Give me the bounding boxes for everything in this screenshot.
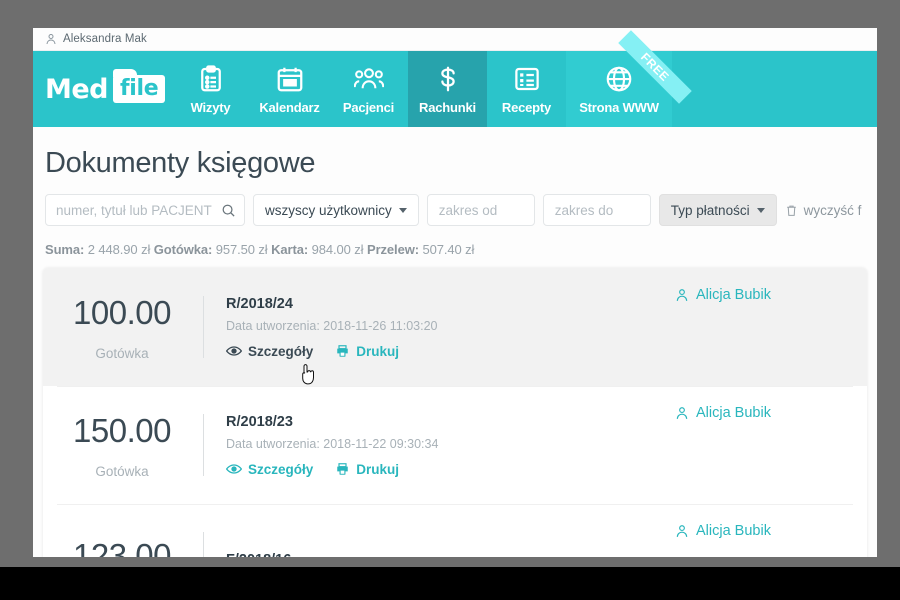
table-row[interactable]: 123.00 F/2018/16 <box>43 504 867 557</box>
print-button[interactable]: Drukuj <box>335 344 399 359</box>
user-name: Aleksandra Mak <box>63 33 147 45</box>
details-label: Szczegóły <box>248 343 314 359</box>
date-from-input[interactable]: zakres od <box>426 194 535 226</box>
chevron-down-icon <box>756 207 765 213</box>
eye-icon <box>226 463 242 475</box>
payment-type-label: Typ płatności <box>670 202 750 218</box>
nav-label: Recepty <box>501 99 552 115</box>
details-button[interactable]: Szczegóły <box>226 462 313 477</box>
person-link[interactable]: Alicja Bubik <box>675 287 771 303</box>
summary-line: Suma: 2 448.90 zł Gotówka: 957.50 zł Kar… <box>33 226 877 268</box>
search-field-wrapper[interactable] <box>45 194 245 226</box>
printer-icon <box>335 344 350 358</box>
nav-item-pacjenci[interactable]: Pacjenci <box>329 51 408 127</box>
row-amount: 150.00 <box>73 411 171 449</box>
row-actions: Szczegóły Drukuj <box>226 344 675 359</box>
user-filter-select[interactable]: wszyscy użytkownicy <box>253 194 419 226</box>
print-label: Drukuj <box>356 461 400 477</box>
page-title: Dokumenty księgowe <box>45 147 316 179</box>
mouse-cursor <box>302 364 314 385</box>
nav-item-recepty[interactable]: Recepty <box>487 51 566 127</box>
summary-gotowka-value: 957.50 zł <box>215 242 268 257</box>
amount-column: 150.00 Gotówka <box>55 412 203 479</box>
trash-icon <box>785 203 798 218</box>
dollar-icon <box>433 64 463 94</box>
row-amount: 123.00 <box>73 537 171 557</box>
payment-type-select[interactable]: Typ płatności <box>658 194 777 226</box>
person-icon <box>675 524 689 538</box>
nav-item-rachunki[interactable]: Rachunki <box>408 51 487 127</box>
row-amount: 100.00 <box>73 293 171 331</box>
row-document-number: F/2018/16 <box>226 552 675 558</box>
row-document-number: R/2018/24 <box>226 295 293 312</box>
person-name: Alicja Bubik <box>696 405 771 421</box>
logo-folder-shape: file <box>113 69 166 103</box>
row-details: R/2018/24 Data utworzenia: 2018-11-26 11… <box>204 296 675 359</box>
amount-column: 123.00 <box>55 537 203 557</box>
nav-item-kalendarz[interactable]: Kalendarz <box>250 51 329 127</box>
row-actions: Szczegóły Drukuj <box>226 462 675 477</box>
summary-karta-value: 984.00 zł <box>311 242 364 257</box>
row-document-number: R/2018/23 <box>226 413 293 430</box>
main-navigation: Med file Wizyty Kalendarz Pacjenci Rachu… <box>33 30 877 127</box>
row-details: R/2018/23 Data utworzenia: 2018-11-22 09… <box>204 414 675 477</box>
table-row[interactable]: 100.00 Gotówka R/2018/24 Data utworzenia… <box>43 268 867 386</box>
printer-icon <box>335 462 350 476</box>
chevron-down-icon <box>398 207 407 213</box>
documents-list: 100.00 Gotówka R/2018/24 Data utworzenia… <box>43 268 867 557</box>
user-filter-label: wszyscy użytkownicy <box>265 202 392 218</box>
person-name: Alicja Bubik <box>696 287 771 303</box>
list-icon <box>512 64 542 94</box>
screenshot-root: Aleksandra Mak Med file Wizyty Kalendarz… <box>0 0 900 600</box>
nav-label: Wizyty <box>190 99 231 115</box>
people-icon <box>353 64 384 94</box>
person-link[interactable]: Alicja Bubik <box>675 405 771 421</box>
clear-filters-label: wyczyść f <box>803 202 862 218</box>
search-input[interactable] <box>56 202 221 218</box>
summary-przelew-label: Przelew: <box>367 242 419 257</box>
nav-label: Strona WWW <box>579 99 659 115</box>
person-icon <box>45 33 57 45</box>
calendar-icon <box>275 64 305 94</box>
row-created-date: Data utworzenia: 2018-11-26 11:03:20 <box>226 318 438 333</box>
search-icon[interactable] <box>221 203 236 218</box>
row-payment-type: Gotówka <box>95 463 149 479</box>
filter-bar: wszyscy użytkownicy zakres od zakres do … <box>33 194 877 226</box>
nav-label: Pacjenci <box>342 99 395 115</box>
details-label: Szczegóły <box>248 461 314 477</box>
logo-text-med: Med <box>45 73 109 105</box>
nav-label: Rachunki <box>419 99 476 115</box>
clipboard-icon <box>196 64 226 94</box>
browser-window: Aleksandra Mak Med file Wizyty Kalendarz… <box>33 28 877 557</box>
summary-przelew-value: 507.40 zł <box>422 242 475 257</box>
person-link[interactable]: Alicja Bubik <box>675 523 771 539</box>
amount-column: 100.00 Gotówka <box>55 294 203 361</box>
print-button[interactable]: Drukuj <box>335 462 399 477</box>
globe-icon <box>604 64 634 94</box>
nav-label: Kalendarz <box>259 99 320 115</box>
logo-text-file: file <box>120 76 159 101</box>
details-button[interactable]: Szczegóły <box>226 344 313 359</box>
person-icon <box>675 288 689 302</box>
summary-suma-value: 2 448.90 zł <box>87 242 151 257</box>
eye-icon <box>226 345 242 357</box>
person-name: Alicja Bubik <box>696 523 771 539</box>
logo[interactable]: Med file <box>33 51 171 127</box>
page-content: Dokumenty księgowe wszyscy użytkownicy z… <box>33 127 877 557</box>
date-to-input[interactable]: zakres do <box>542 194 651 226</box>
summary-suma-label: Suma: <box>45 242 85 257</box>
row-created-date: Data utworzenia: 2018-11-22 09:30:34 <box>226 436 439 451</box>
print-label: Drukuj <box>356 343 400 359</box>
table-row[interactable]: 150.00 Gotówka R/2018/23 Data utworzenia… <box>43 386 867 504</box>
person-icon <box>675 406 689 420</box>
clear-filters-button[interactable]: wyczyść f <box>785 202 862 218</box>
summary-gotowka-label: Gotówka: <box>153 242 213 257</box>
row-details: F/2018/16 <box>204 552 675 558</box>
nav-item-strona-www[interactable]: Strona WWW FREE <box>566 30 692 127</box>
nav-item-wizyty[interactable]: Wizyty <box>171 51 250 127</box>
row-payment-type: Gotówka <box>95 345 149 361</box>
user-bar: Aleksandra Mak <box>33 28 877 51</box>
summary-karta-label: Karta: <box>271 242 309 257</box>
